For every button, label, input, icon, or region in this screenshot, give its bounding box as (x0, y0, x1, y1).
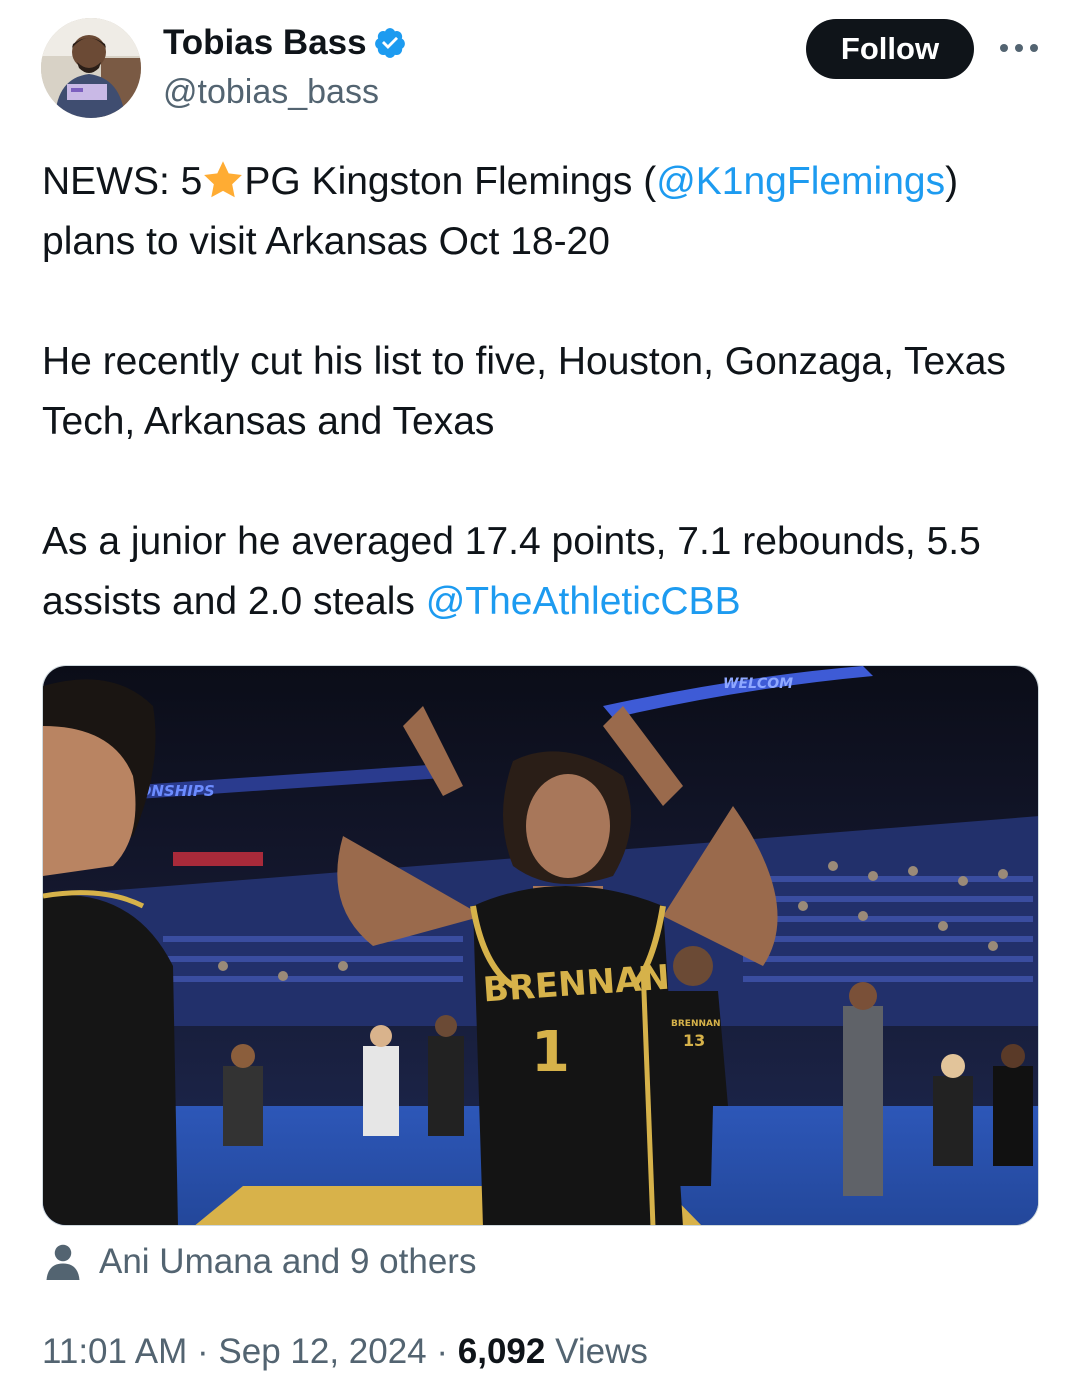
mention-link[interactable]: @K1ngFlemings (656, 160, 945, 203)
author-handle[interactable]: @tobias_bass (163, 72, 379, 112)
profile-photo (41, 18, 141, 118)
verified-badge-icon (374, 28, 405, 58)
jersey-13-text: BRENNAN (671, 1019, 721, 1029)
tweet-text-segment: PG Kingston Flemings ( (244, 160, 657, 203)
jersey-number: 1 (531, 1020, 570, 1085)
avatar[interactable] (41, 18, 141, 118)
dot (1000, 44, 1008, 52)
basketball-photo: WELCOM IONSHIPS BRENNAN 13 BRENNAN 1 (43, 666, 1038, 1225)
tweet-text-segment: plans to visit Arkansas Oct 18-20 (42, 220, 610, 263)
dot (1030, 44, 1038, 52)
tweet-paragraph-2: He recently cut his list to five, Housto… (42, 340, 1006, 443)
name-row: Tobias Bass (163, 22, 407, 64)
tweet-metadata: 11:01 AM · Sep 12, 2024 · 6,092 Views (42, 1330, 648, 1374)
tweet-photo[interactable]: WELCOM IONSHIPS BRENNAN 13 BRENNAN 1 (42, 665, 1039, 1226)
social-context[interactable]: Ani Umana and 9 others (45, 1240, 476, 1284)
mention-link[interactable]: @TheAthleticCBB (426, 580, 741, 623)
tweet-paragraph-1: NEWS: 5 PG Kingston Flemings (@K1ngFlemin… (42, 152, 1042, 272)
ellipsis-icon[interactable] (1000, 36, 1038, 60)
tweet-date[interactable]: Sep 12, 2024 (218, 1332, 426, 1371)
tweet-time[interactable]: 11:01 AM (42, 1332, 187, 1371)
tweet-paragraph-3: As a junior he averaged 17.4 points, 7.1… (42, 512, 1042, 632)
dot (1015, 44, 1023, 52)
star-icon (204, 161, 243, 198)
tweet-header: Tobias Bass @tobias_bass Follow (0, 0, 1080, 130)
top-banner-text: WELCOM (723, 676, 793, 692)
views-label: Views (555, 1332, 648, 1371)
person-icon (46, 1244, 80, 1280)
display-name[interactable]: Tobias Bass (163, 22, 367, 64)
follow-button[interactable]: Follow (806, 19, 974, 79)
separator: · (436, 1332, 449, 1371)
scoreboard-light (173, 852, 263, 866)
tweet-text-segment: NEWS: 5 (42, 160, 203, 203)
social-context-text: Ani Umana and 9 others (99, 1242, 477, 1281)
separator: · (197, 1332, 209, 1371)
jersey-13-number: 13 (683, 1031, 705, 1050)
tweet-text: NEWS: 5 PG Kingston Flemings (@K1ngFlemin… (42, 152, 1042, 632)
tweet-text-segment: ) (945, 160, 959, 203)
views-count: 6,092 (457, 1332, 546, 1371)
